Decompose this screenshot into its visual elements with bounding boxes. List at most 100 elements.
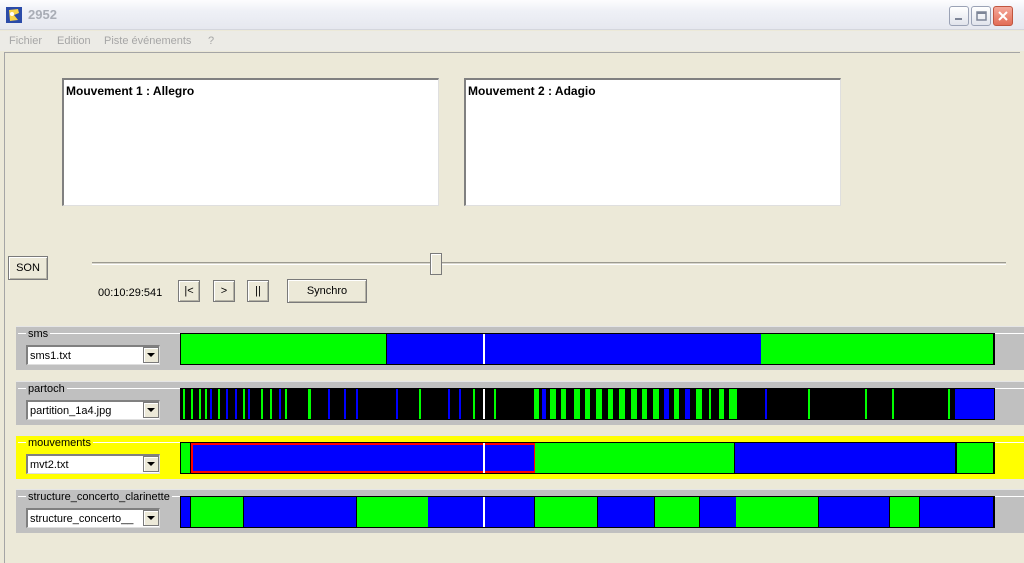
- timeline-mark[interactable]: [664, 389, 669, 419]
- menu-edition[interactable]: Edition: [57, 35, 91, 47]
- timeline-mark[interactable]: [709, 389, 711, 419]
- timeline-mark[interactable]: [235, 389, 237, 419]
- timeline-segment[interactable]: [357, 497, 429, 527]
- timeline-mark[interactable]: [642, 389, 647, 419]
- timeline-mark[interactable]: [619, 389, 625, 419]
- timeline-mark[interactable]: [261, 389, 263, 419]
- minimize-button[interactable]: [949, 6, 969, 26]
- dropdown-arrow-icon[interactable]: [143, 510, 159, 526]
- timeline-mark[interactable]: [685, 389, 690, 419]
- timeline-mark[interactable]: [243, 389, 245, 419]
- menu-help[interactable]: ?: [208, 35, 214, 47]
- timeline-mark[interactable]: [285, 389, 287, 419]
- timeline-mark[interactable]: [205, 389, 207, 419]
- timeline-mark[interactable]: [328, 389, 330, 419]
- track-timeline[interactable]: [180, 333, 995, 365]
- track-structure_concerto_clarinette[interactable]: structure_concerto_clarinette structure_c…: [16, 489, 1024, 533]
- timeline-segment[interactable]: [819, 497, 890, 527]
- timeline-mark[interactable]: [226, 389, 228, 419]
- dropdown-arrow-icon[interactable]: [143, 456, 159, 472]
- timeline-mark[interactable]: [396, 389, 398, 419]
- track-file-select[interactable]: structure_concerto__: [26, 508, 160, 528]
- dropdown-arrow-icon[interactable]: [143, 402, 159, 418]
- timeline-mark[interactable]: [344, 389, 346, 419]
- timeline-segment[interactable]: [181, 497, 191, 527]
- timeline-segment[interactable]: [535, 443, 735, 473]
- timeline-mark[interactable]: [494, 389, 496, 419]
- timeline-mark[interactable]: [808, 389, 810, 419]
- title-bar[interactable]: 2952: [0, 0, 1024, 30]
- timeline-segment[interactable]: [761, 334, 994, 364]
- timeline-mark[interactable]: [550, 389, 556, 419]
- track-sms[interactable]: sms sms1.txt: [16, 326, 1024, 370]
- track-file-select[interactable]: sms1.txt: [26, 345, 160, 365]
- timeline-mark[interactable]: [596, 389, 602, 419]
- menu-piste-evenements[interactable]: Piste événements: [104, 35, 191, 47]
- timeline-mark[interactable]: [459, 389, 461, 419]
- timeline-mark[interactable]: [419, 389, 421, 419]
- track-partoch[interactable]: partoch partition_1a4.jpg: [16, 381, 1024, 425]
- timeline-mark[interactable]: [534, 389, 539, 419]
- timeline-mark[interactable]: [270, 389, 272, 419]
- track-timeline[interactable]: [180, 388, 995, 420]
- timeline-mark[interactable]: [585, 389, 590, 419]
- timeline-mark[interactable]: [542, 389, 546, 419]
- timeline-segment[interactable]: [700, 497, 737, 527]
- timeline-mark[interactable]: [653, 389, 659, 419]
- timeline-mark[interactable]: [218, 389, 220, 419]
- timeline-segment[interactable]: [735, 443, 956, 473]
- timeline-segment[interactable]: [181, 334, 387, 364]
- timeline-mark[interactable]: [448, 389, 450, 419]
- timeline-segment[interactable]: [598, 497, 655, 527]
- son-button[interactable]: SON: [8, 256, 48, 280]
- menu-fichier[interactable]: Fichier: [9, 35, 42, 47]
- timeline-mark[interactable]: [210, 389, 212, 419]
- timeline-segment[interactable]: [736, 497, 819, 527]
- timeline-mark[interactable]: [674, 389, 679, 419]
- rewind-button[interactable]: |<: [178, 280, 200, 302]
- timeline-segment[interactable]: [181, 443, 191, 473]
- timeline-segment[interactable]: [655, 497, 700, 527]
- timeline-mark[interactable]: [865, 389, 867, 419]
- position-slider-track[interactable]: [92, 262, 1006, 265]
- timeline-mark[interactable]: [719, 389, 724, 419]
- timeline-mark[interactable]: [765, 389, 767, 419]
- timeline-mark[interactable]: [356, 389, 358, 419]
- timeline-segment[interactable]: [890, 497, 920, 527]
- timeline-mark[interactable]: [308, 389, 311, 419]
- timeline-segment[interactable]: [957, 443, 994, 473]
- timeline-segment[interactable]: [244, 497, 357, 527]
- timeline-mark[interactable]: [561, 389, 566, 419]
- timeline-segment[interactable]: [535, 497, 598, 527]
- track-mouvements[interactable]: mouvements mvt2.txt: [16, 435, 1024, 479]
- timeline-segment[interactable]: [920, 497, 994, 527]
- position-slider-thumb[interactable]: [429, 253, 442, 275]
- timeline-mark[interactable]: [892, 389, 894, 419]
- track-timeline[interactable]: [180, 442, 995, 474]
- timeline-mark[interactable]: [631, 389, 637, 419]
- timeline-segment[interactable]: [428, 497, 535, 527]
- timeline-segment[interactable]: [387, 334, 762, 364]
- synchro-button[interactable]: Synchro: [287, 279, 367, 303]
- timeline-mark[interactable]: [279, 389, 281, 419]
- timeline-mark[interactable]: [696, 389, 702, 419]
- maximize-button[interactable]: [971, 6, 991, 26]
- timeline-mark[interactable]: [473, 389, 475, 419]
- timeline-mark[interactable]: [729, 389, 737, 419]
- track-file-select[interactable]: partition_1a4.jpg: [26, 400, 160, 420]
- pause-button[interactable]: ||: [247, 280, 269, 302]
- play-button[interactable]: >: [213, 280, 235, 302]
- timeline-mark[interactable]: [199, 389, 201, 419]
- timeline-mark[interactable]: [608, 389, 613, 419]
- timeline-mark[interactable]: [955, 389, 994, 419]
- timeline-mark[interactable]: [948, 389, 950, 419]
- track-file-select[interactable]: mvt2.txt: [26, 454, 160, 474]
- timeline-segment[interactable]: [191, 497, 244, 527]
- timeline-mark[interactable]: [191, 389, 193, 419]
- track-timeline[interactable]: [180, 496, 995, 528]
- close-button[interactable]: [993, 6, 1013, 26]
- timeline-mark[interactable]: [183, 389, 185, 419]
- dropdown-arrow-icon[interactable]: [143, 347, 159, 363]
- timeline-mark[interactable]: [574, 389, 580, 419]
- timeline-mark[interactable]: [248, 389, 250, 419]
